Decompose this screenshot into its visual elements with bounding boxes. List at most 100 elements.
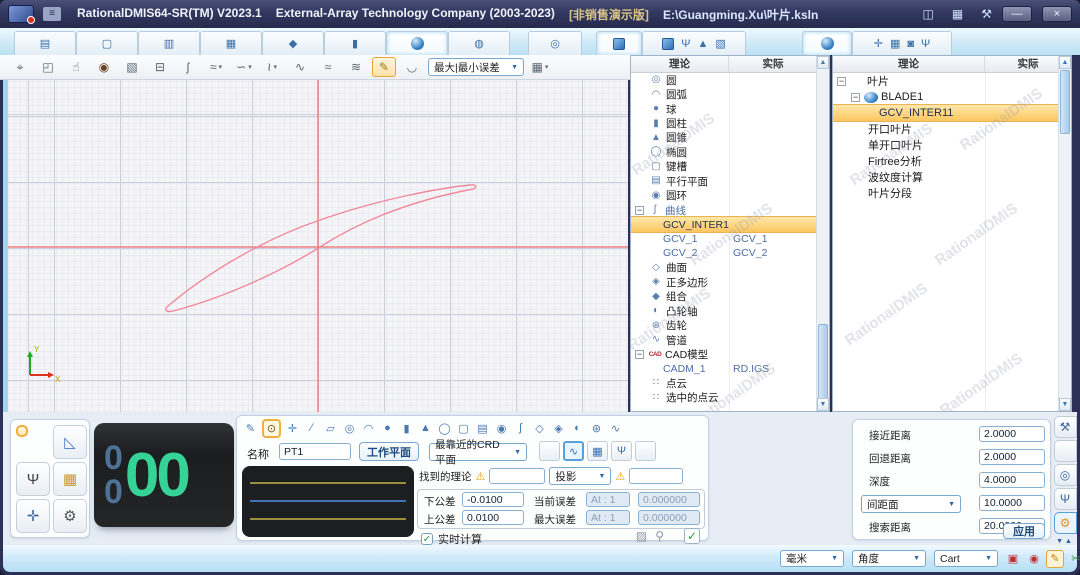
tree-item[interactable]: ◆ 组合 (631, 290, 816, 304)
angle-unit-dropdown[interactable]: 角度 (852, 550, 926, 567)
ribbon-tab[interactable] (596, 31, 642, 55)
probe-status-icon[interactable]: ⚒ (981, 7, 992, 21)
error-mode-dropdown[interactable]: 最大|最小误差 (428, 58, 524, 76)
expand-toggle-icon[interactable] (837, 77, 846, 86)
ribbon-tab[interactable]: ◎ (528, 31, 582, 55)
tree-item[interactable]: 波纹度计算 (833, 169, 1058, 185)
pipe-icon[interactable]: ∿ (608, 420, 623, 437)
plane-icon[interactable]: ▱ (323, 420, 338, 437)
tree-item[interactable]: GCV_1 GCV_1 (631, 232, 816, 246)
tree-item[interactable]: CAD CAD模型 (631, 347, 816, 361)
search-cube-icon[interactable]: ◎ (1054, 464, 1077, 486)
tree-item[interactable]: ◉ 圆环 (631, 189, 816, 203)
tree-item[interactable]: ∷ 选中的点云 (631, 391, 816, 405)
tree-item[interactable]: BLADE1 (833, 89, 1058, 105)
parallel-planes-icon[interactable]: ▤ (475, 420, 490, 437)
scroll-down-icon[interactable]: ▼ (1059, 398, 1071, 411)
tree-item[interactable]: CADM_1 RD.IGS (631, 362, 816, 376)
camera-probe-icon[interactable]: ⚲ (655, 529, 664, 543)
machine-icon[interactable]: ⚒ (1054, 416, 1077, 438)
pen-status-icon[interactable]: ✎ (1046, 550, 1064, 568)
ribbon-tab[interactable]: Ψ▲▧ (642, 31, 746, 55)
tree-item[interactable]: ● 球 (631, 102, 816, 116)
curve-tool-icon[interactable]: ≈ (204, 57, 228, 77)
probe-cube2-icon[interactable]: Ψ (1054, 488, 1077, 510)
gear-shape-icon[interactable]: ⊛ (589, 420, 604, 437)
select-region-icon[interactable]: ▧ (120, 57, 144, 77)
ribbon-tab[interactable]: ▢ (76, 31, 138, 55)
expand-toggle-icon[interactable] (851, 93, 860, 102)
col-theory[interactable]: 理论 (631, 56, 729, 72)
caliper-icon[interactable]: ◺ (53, 425, 87, 459)
sphere-icon[interactable]: ● (380, 420, 395, 437)
feature-tree-scrollbar[interactable]: ▲ ▼ (816, 56, 829, 411)
tree-item[interactable]: ▢ 键槽 (631, 160, 816, 174)
tree-item[interactable]: 叶片分段 (833, 185, 1058, 201)
ribbon-tab[interactable]: ▮ (324, 31, 386, 55)
surface-icon[interactable]: ◇ (532, 420, 547, 437)
scroll-up-icon[interactable]: ▲ (817, 56, 829, 69)
ribbon-tab[interactable] (802, 31, 852, 55)
tree-item[interactable]: ∷ 点云 (631, 376, 816, 390)
found-theory-input[interactable] (489, 468, 545, 484)
ribbon-tab[interactable] (386, 31, 448, 55)
pan-hand-icon[interactable]: ☝ (64, 57, 88, 77)
shield-cube-icon[interactable] (1054, 440, 1077, 462)
col-actual[interactable]: 实际 (729, 56, 817, 72)
apply-button[interactable]: 应用 (1003, 523, 1045, 539)
probe-cube-icon[interactable] (16, 425, 28, 437)
ring-icon[interactable]: ◉ (494, 420, 509, 437)
length-unit-dropdown[interactable]: 毫米 (780, 550, 844, 567)
tree-item[interactable]: ▲ 圆锥 (631, 131, 816, 145)
tree-item[interactable]: GCV_INTER11 (833, 105, 1058, 121)
view-eye-icon[interactable]: ◉ (92, 57, 116, 77)
axes-probe-icon[interactable]: ✛ (285, 420, 300, 437)
ribbon-tab[interactable]: ◆ (262, 31, 324, 55)
upper-tol-input[interactable]: 0.0100 (462, 510, 524, 525)
circle-icon[interactable]: ◎ (342, 420, 357, 437)
curve-tool3-icon[interactable]: ≀ (260, 57, 284, 77)
gear-icon[interactable]: ⚙ (1054, 512, 1077, 534)
tree-item[interactable]: ⊛ 齿轮 (631, 318, 816, 332)
pen-icon[interactable]: ✎ (372, 57, 396, 77)
point-icon[interactable]: ⊙ (262, 419, 281, 438)
zoom-region-icon[interactable]: ◰ (36, 57, 60, 77)
tree-item[interactable]: ◇ 曲面 (631, 261, 816, 275)
tree-item[interactable]: 叶片 (833, 73, 1058, 89)
tree-item[interactable]: ▤ 平行平面 (631, 174, 816, 188)
close-button[interactable]: × (1042, 6, 1072, 22)
ribbon-tab[interactable]: ▤ (14, 31, 76, 55)
projection-dropdown[interactable]: 投影 (549, 467, 611, 485)
realtime-checkbox[interactable]: ✓ (421, 533, 433, 545)
scroll-thumb[interactable] (1060, 70, 1070, 134)
fit-view-icon[interactable]: ⌖ (8, 57, 32, 77)
tree-item[interactable]: GCV_INTER1 (631, 217, 816, 231)
curve-tool2-icon[interactable]: ∽ (232, 57, 256, 77)
confirm-check-button[interactable]: ✓ (684, 528, 700, 544)
probe-pen-icon[interactable]: ✎ (243, 420, 258, 437)
fixture-box-icon[interactable]: ▦ (53, 462, 87, 496)
tree-item[interactable]: ∿ 管道 (631, 333, 816, 347)
tree-item[interactable]: ◯ 椭圆 (631, 145, 816, 159)
tree-item[interactable]: 开口叶片 (833, 121, 1058, 137)
cylinder-icon[interactable]: ▮ (399, 420, 414, 437)
graphics-viewport[interactable]: Y X (8, 80, 628, 412)
tree-item[interactable]: ▮ 圆柱 (631, 116, 816, 130)
polygon-icon[interactable]: ◈ (551, 420, 566, 437)
snip-icon[interactable]: ✂ (1067, 550, 1080, 568)
param-input[interactable]: 2.0000 (979, 449, 1045, 465)
col-theory[interactable]: 理论 (833, 56, 985, 72)
workplane-button[interactable]: 工作平面 (359, 442, 419, 461)
ribbon-tab[interactable]: ▦ (200, 31, 262, 55)
scroll-down-icon[interactable]: ▼ (817, 398, 829, 411)
crd-plane-dropdown[interactable]: 最靠近的CRD平面 (429, 443, 527, 461)
joystick-status-icon[interactable]: ◫ (923, 7, 934, 21)
cone-icon[interactable]: ▲ (418, 420, 433, 437)
feature-name-input[interactable]: PT1 (279, 443, 351, 460)
param-input[interactable]: 10.0000 (979, 495, 1045, 511)
calculator-icon[interactable]: ▦ (587, 441, 608, 461)
arc-icon[interactable]: ◠ (361, 420, 376, 437)
ribbon-tab[interactable]: ◍ (448, 31, 510, 55)
projection-input[interactable] (629, 468, 683, 484)
tree-item[interactable]: Firtree分析 (833, 153, 1058, 169)
